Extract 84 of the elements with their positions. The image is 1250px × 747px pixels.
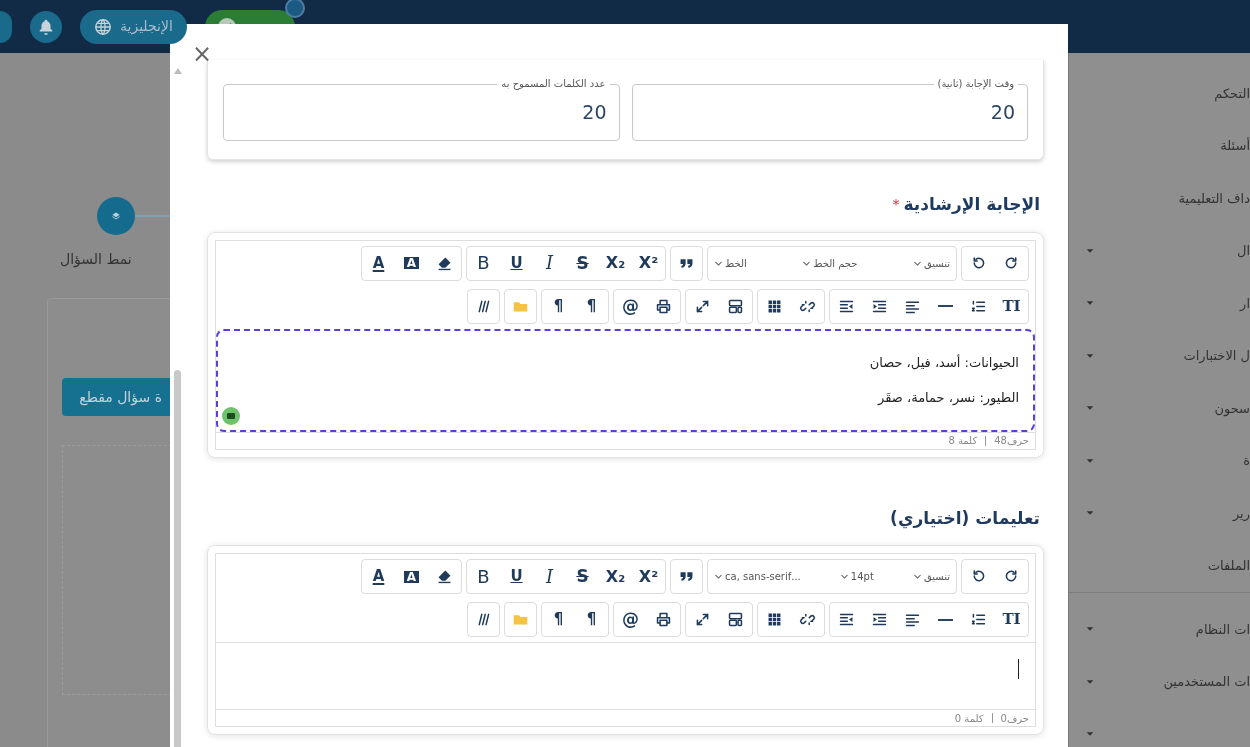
- format-dropdown[interactable]: تنسيق: [912, 255, 950, 271]
- sidebar-item[interactable]: ل الاختبارات: [1183, 346, 1250, 366]
- character-count: حرف48: [994, 434, 1029, 448]
- required-mark: *: [892, 195, 900, 215]
- sidebar-item[interactable]: التحكم: [1214, 83, 1250, 103]
- paragraph-button[interactable]: ¶: [575, 289, 608, 323]
- special-button[interactable]: [467, 288, 500, 324]
- text-color-button[interactable]: A: [362, 560, 395, 593]
- sidebar-item[interactable]: ة: [1243, 451, 1250, 471]
- sidebar-item[interactable]: سحون: [1214, 398, 1250, 418]
- sidebar-item[interactable]: ال: [1236, 241, 1250, 261]
- format-dropdown[interactable]: الخط: [714, 255, 747, 271]
- printer-icon: [655, 297, 672, 315]
- align-left-icon: [904, 611, 921, 628]
- scrollbar-thumb[interactable]: [174, 370, 181, 747]
- close-button[interactable]: ×: [192, 42, 213, 66]
- step-label: نمط السؤال: [60, 250, 132, 270]
- text-direction-button[interactable]: TI: [995, 603, 1028, 636]
- subscript-button[interactable]: X₂: [599, 560, 632, 593]
- table-grid-icon: [766, 611, 783, 628]
- robot-icon[interactable]: [222, 406, 240, 425]
- character-count: حرف0: [1000, 711, 1029, 726]
- layout-icon: [727, 611, 744, 628]
- horizontal-line-icon: [938, 305, 953, 307]
- word-count: كلمة 0: [954, 711, 984, 726]
- italic-button[interactable]: I: [533, 246, 566, 280]
- sidebar-item[interactable]: ار: [1240, 293, 1250, 313]
- chevron-down-icon: [839, 572, 849, 581]
- format-dropdown[interactable]: 14pt: [839, 569, 874, 584]
- layers-icon: [110, 210, 122, 222]
- strike-button[interactable]: S: [566, 560, 599, 593]
- sidebar-item[interactable]: الملفات: [1207, 556, 1250, 576]
- section-heading: تعليمات (اختياري): [890, 506, 1040, 531]
- bell-icon: [37, 17, 55, 36]
- special-button[interactable]: [467, 602, 500, 637]
- italic-button[interactable]: I: [533, 560, 566, 593]
- indent-icon: [871, 611, 888, 628]
- field-label: وقت الإجابة (ثانية): [933, 77, 1018, 91]
- editor-text: الحيوانات: أسد، فيل، حصان: [868, 353, 1019, 373]
- sidebar-item[interactable]: رير: [1232, 503, 1250, 523]
- fullscreen-icon: [694, 611, 711, 628]
- subscript-button[interactable]: X₂: [599, 246, 632, 280]
- broken-link-icon: [799, 611, 816, 628]
- sidebar-item[interactable]: أسئلة: [1220, 136, 1250, 156]
- chevron-down-icon: [912, 572, 922, 581]
- format-dropdown[interactable]: حجم الخط: [802, 255, 858, 271]
- chevron-down-icon: [714, 572, 723, 581]
- superscript-button[interactable]: X²: [632, 560, 665, 593]
- text-direction-button[interactable]: TI: [995, 289, 1028, 323]
- word-count: كلمة 8: [948, 434, 978, 448]
- bold-button[interactable]: B: [467, 246, 500, 280]
- bg-color-button[interactable]: A: [395, 246, 428, 280]
- horizontal-line-icon: [938, 618, 953, 621]
- round-button[interactable]: [0, 10, 12, 43]
- mention-button[interactable]: @: [614, 603, 647, 636]
- quote-button[interactable]: [670, 559, 703, 594]
- paragraph-button[interactable]: ¶: [575, 603, 608, 636]
- format-dropdown[interactable]: ...ca, sans-serif: [714, 569, 801, 584]
- field-label: عدد الكلمات المسموح به: [497, 77, 610, 91]
- printer-icon: [655, 611, 672, 628]
- text-editor-area[interactable]: الحيوانات: أسد، فيل، حصان الطيور: نسر، حمامة، صقَر: [216, 328, 1035, 432]
- underline-button[interactable]: U: [500, 246, 533, 280]
- eraser-icon: [436, 568, 453, 585]
- format-dropdown[interactable]: تنسيق: [912, 569, 950, 584]
- bold-button[interactable]: B: [467, 560, 500, 593]
- underline-button[interactable]: U: [500, 560, 533, 593]
- text-color-button[interactable]: A: [362, 246, 395, 280]
- quote-button[interactable]: [670, 245, 703, 281]
- mention-button[interactable]: @: [614, 289, 647, 323]
- sidebar-item[interactable]: ات النظام: [1195, 619, 1250, 639]
- section-heading: الإجابة الإرشادية: [903, 193, 1040, 216]
- numbered-list-icon: [970, 611, 987, 628]
- editor-text: الطيور: نسر، حمامة، صقَر: [876, 388, 1019, 408]
- notifications-button[interactable]: [30, 10, 62, 43]
- paragraph-button[interactable]: ¶: [542, 603, 575, 636]
- outdent-icon: [838, 611, 855, 628]
- superscript-button[interactable]: X²: [632, 246, 665, 280]
- paragraph-button[interactable]: ¶: [542, 289, 575, 323]
- globe-icon: [94, 17, 112, 36]
- sidebar-item[interactable]: داف التعليمية: [1178, 188, 1250, 208]
- bg-color-button[interactable]: A: [395, 560, 428, 593]
- strike-button[interactable]: S: [566, 246, 599, 280]
- layout-icon: [727, 297, 744, 315]
- sidebar-item[interactable]: ات المستخدمين: [1163, 672, 1250, 692]
